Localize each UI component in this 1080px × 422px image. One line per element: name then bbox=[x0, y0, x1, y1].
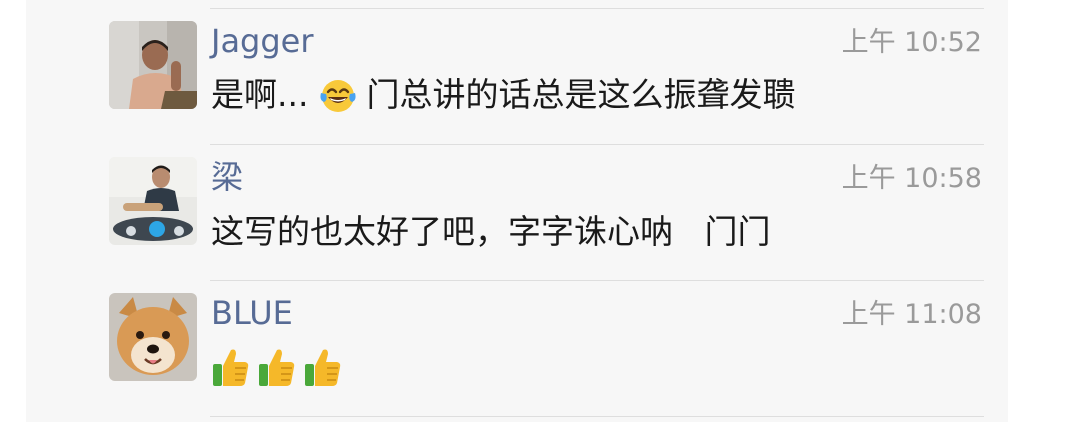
thumbs-up-emoji-icon bbox=[259, 349, 295, 386]
comment-time: 上午 10:52 bbox=[841, 27, 982, 58]
comment-time: 上午 10:58 bbox=[841, 163, 982, 194]
commenter-name[interactable]: 梁 bbox=[211, 157, 243, 197]
comment-text-part: 这写的也太好了吧，字字诛心呐 门门 bbox=[211, 212, 771, 251]
comment-emoji-row bbox=[211, 346, 343, 388]
commenter-name[interactable]: BLUE bbox=[211, 293, 293, 333]
commenter-name[interactable]: Jagger bbox=[211, 21, 314, 61]
comment-text: 这写的也太好了吧，字字诛心呐 门门 bbox=[211, 209, 770, 255]
avatar-blue-dog-image bbox=[109, 293, 197, 381]
thumbs-up-emoji-icon bbox=[213, 349, 249, 386]
comment-item: Jagger 上午 10:52 是啊... 门总讲的话总是这么振聋发聩 bbox=[26, 8, 1008, 144]
avatar[interactable] bbox=[109, 21, 197, 109]
comment-item: BLUE 上午 11:08 bbox=[26, 280, 1008, 416]
thumbs-up-emoji-icon bbox=[305, 349, 341, 386]
comment-list: Jagger 上午 10:52 是啊... 门总讲的话总是这么振聋发聩 梁 上午… bbox=[26, 0, 1008, 422]
avatar-liang-image bbox=[109, 157, 197, 245]
comment-time: 上午 11:08 bbox=[841, 299, 982, 330]
avatar[interactable] bbox=[109, 157, 197, 245]
avatar-jagger-image bbox=[109, 21, 197, 109]
avatar[interactable] bbox=[109, 293, 197, 381]
laughing-tears-emoji-icon bbox=[320, 80, 357, 112]
comment-item: 梁 上午 10:58 这写的也太好了吧，字字诛心呐 门门 bbox=[26, 144, 1008, 280]
comment-text: 是啊... 门总讲的话总是这么振聋发聩 bbox=[211, 72, 795, 118]
divider bbox=[210, 416, 984, 417]
comment-text-part: 是啊... bbox=[211, 75, 309, 114]
comment-text-part: 门总讲的话总是这么振聋发聩 bbox=[366, 75, 796, 114]
